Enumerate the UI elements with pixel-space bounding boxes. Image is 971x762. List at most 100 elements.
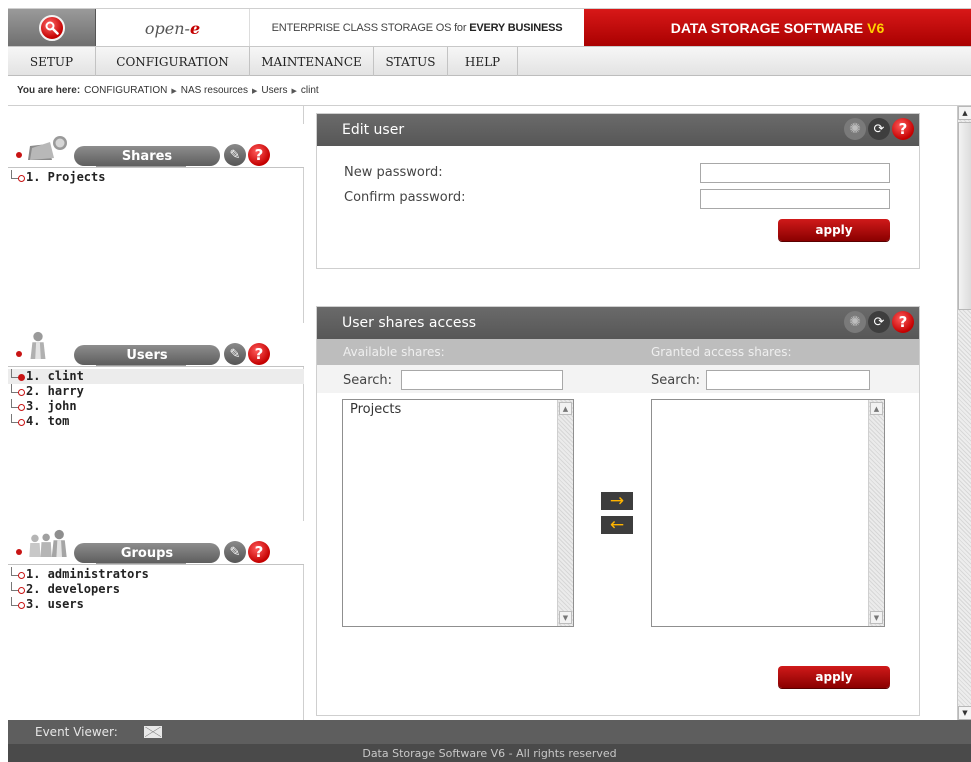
shares-title[interactable]: Shares <box>74 146 220 166</box>
panel-icons: ✺ ⟳ ? <box>844 118 914 140</box>
open-e-logo-icon <box>38 15 65 41</box>
group-item-label: 2. developers <box>26 582 120 596</box>
breadcrumb-item[interactable]: CONFIGURATION <box>84 85 167 96</box>
groups-title[interactable]: Groups <box>74 543 220 563</box>
wrench-icon[interactable]: ✎ <box>224 144 246 166</box>
remove-share-button[interactable]: ← <box>601 516 633 534</box>
sidebar: Shares ✎ ? 1. Projects Users ✎ ? 1. clin… <box>8 106 304 720</box>
group-item-administrators[interactable]: 1. administrators <box>8 567 304 582</box>
menu-status[interactable]: STATUS <box>374 47 448 76</box>
product-name: DATA STORAGE SOFTWARE <box>670 20 864 36</box>
wrench-icon[interactable]: ✎ <box>224 541 246 563</box>
users-title[interactable]: Users <box>74 345 220 365</box>
mail-icon[interactable] <box>143 726 162 738</box>
scroll-thumb[interactable] <box>958 122 971 310</box>
available-search-label: Search: <box>343 373 393 388</box>
scroll-down-icon[interactable]: ▼ <box>870 611 883 624</box>
divider <box>96 166 186 167</box>
shares-folder-icon <box>28 136 67 160</box>
confirm-password-label: Confirm password: <box>344 190 466 205</box>
user-shares-title: User shares access <box>342 315 477 331</box>
user-icon <box>30 331 46 359</box>
tree-node-icon <box>18 374 25 381</box>
users-tools: ✎ ? <box>224 343 270 365</box>
group-item-label: 3. users <box>26 597 84 611</box>
divider <box>96 365 186 366</box>
granted-shares-list[interactable]: ▲ ▼ <box>651 399 885 627</box>
help-icon[interactable]: ? <box>248 541 270 563</box>
user-item-label: 3. john <box>26 399 77 413</box>
scroll-down-icon[interactable]: ▼ <box>958 706 971 720</box>
shares-section: Shares ✎ ? 1. Projects <box>8 124 304 185</box>
breadcrumb-separator-icon: ▶ <box>291 87 297 95</box>
confirm-password-field[interactable] <box>700 189 890 209</box>
shares-tools: ✎ ? <box>224 144 270 166</box>
edit-user-title-bar: Edit user ✺ ⟳ ? <box>317 114 919 146</box>
help-icon[interactable]: ? <box>248 144 270 166</box>
scroll-down-icon[interactable]: ▼ <box>559 611 572 624</box>
edit-user-title: Edit user <box>342 122 405 138</box>
breadcrumb-separator-icon: ▶ <box>171 87 177 95</box>
groups-header: Groups ✎ ? <box>8 521 304 565</box>
brand-logo: open-e <box>96 9 250 47</box>
groups-tree: 1. administrators 2. developers 3. users <box>8 565 304 612</box>
tree-node-icon <box>18 587 25 594</box>
event-viewer-label: Event Viewer: <box>35 725 118 739</box>
add-share-button[interactable]: → <box>601 492 633 510</box>
users-header: Users ✎ ? <box>8 323 304 367</box>
gear-icon[interactable]: ✺ <box>844 311 866 333</box>
page-scrollbar[interactable]: ▲ ▼ <box>957 106 971 720</box>
new-password-field[interactable] <box>700 163 890 183</box>
tagline-bold: EVERY BUSINESS <box>469 22 563 34</box>
brand-accent: e <box>189 18 201 38</box>
granted-shares-header: Granted access shares: <box>651 345 792 359</box>
pin-icon <box>16 152 22 158</box>
tree-node-icon <box>18 404 25 411</box>
refresh-icon[interactable]: ⟳ <box>868 311 890 333</box>
list-scrollbar[interactable]: ▲ ▼ <box>557 400 573 626</box>
user-item-tom[interactable]: 4. tom <box>8 414 304 429</box>
wrench-icon[interactable]: ✎ <box>224 343 246 365</box>
breadcrumb-item[interactable]: NAS resources <box>181 85 248 96</box>
logo-box[interactable] <box>8 9 96 47</box>
user-shares-apply-button[interactable]: apply <box>778 666 890 688</box>
granted-search-input[interactable] <box>706 370 870 390</box>
user-item-clint[interactable]: 1. clint <box>8 369 304 384</box>
scroll-up-icon[interactable]: ▲ <box>958 106 971 120</box>
help-icon[interactable]: ? <box>892 311 914 333</box>
available-shares-list[interactable]: Projects ▲ ▼ <box>342 399 574 627</box>
pin-icon <box>16 549 22 555</box>
group-item-developers[interactable]: 2. developers <box>8 582 304 597</box>
menu-maintenance[interactable]: MAINTENANCE <box>250 47 374 76</box>
groups-section: Groups ✎ ? 1. administrators 2. develope… <box>8 521 304 612</box>
copyright: Data Storage Software V6 - All rights re… <box>8 744 971 762</box>
user-item-harry[interactable]: 2. harry <box>8 384 304 399</box>
gear-icon[interactable]: ✺ <box>844 118 866 140</box>
scroll-up-icon[interactable]: ▲ <box>870 402 883 415</box>
product-version: V6 <box>867 20 885 36</box>
granted-search-label: Search: <box>651 373 701 388</box>
menu-help[interactable]: HELP <box>448 47 518 76</box>
refresh-icon[interactable]: ⟳ <box>868 118 890 140</box>
edit-user-apply-button[interactable]: apply <box>778 219 890 241</box>
tagline: ENTERPRISE CLASS STORAGE OS for EVERY BU… <box>250 9 584 47</box>
breadcrumb-item[interactable]: Users <box>261 85 287 96</box>
help-icon[interactable]: ? <box>248 343 270 365</box>
divider <box>96 563 186 564</box>
brand-name: open-e <box>144 18 201 38</box>
group-item-users[interactable]: 3. users <box>8 597 304 612</box>
menu-configuration[interactable]: CONFIGURATION <box>96 47 250 76</box>
share-item[interactable]: 1. Projects <box>8 170 304 185</box>
list-scrollbar[interactable]: ▲ ▼ <box>868 400 884 626</box>
menu-setup[interactable]: SETUP <box>8 47 96 76</box>
tree-node-icon <box>18 572 25 579</box>
help-icon[interactable]: ? <box>892 118 914 140</box>
available-search-input[interactable] <box>401 370 563 390</box>
users-section: Users ✎ ? 1. clint 2. harry 3. john 4. t… <box>8 323 304 429</box>
user-item-label: 2. harry <box>26 384 84 398</box>
breadcrumb-item[interactable]: clint <box>301 85 319 96</box>
user-item-john[interactable]: 3. john <box>8 399 304 414</box>
edit-user-panel: Edit user ✺ ⟳ ? New password: Confirm pa… <box>316 113 920 269</box>
scroll-up-icon[interactable]: ▲ <box>559 402 572 415</box>
available-share-item[interactable]: Projects <box>343 400 573 417</box>
